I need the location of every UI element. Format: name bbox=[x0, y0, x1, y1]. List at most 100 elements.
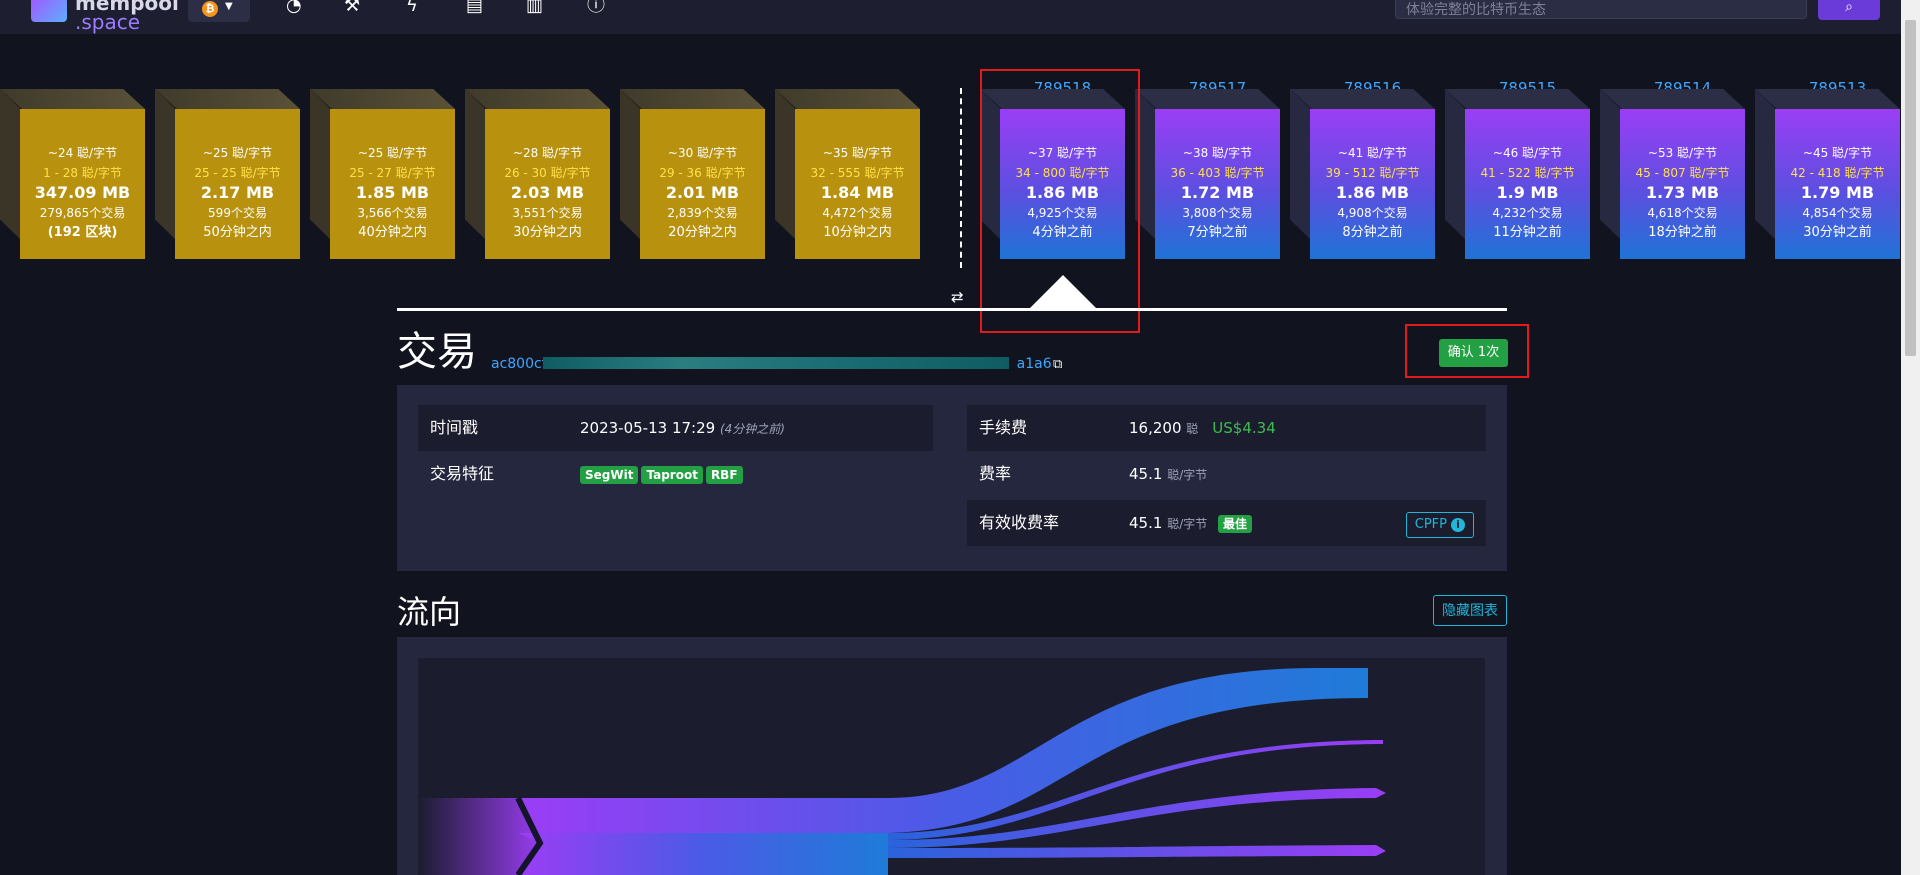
timestamp-value: 2023-05-13 17:29 (4分钟之前) bbox=[580, 405, 785, 452]
feature-tag-taproot[interactable]: Taproot bbox=[641, 465, 703, 484]
cpfp-label: CPFP bbox=[1414, 517, 1447, 532]
feerate-label: 费率 bbox=[979, 464, 1012, 483]
output-flow-3[interactable] bbox=[888, 845, 1386, 858]
block-side-face bbox=[0, 89, 20, 239]
block-side-face bbox=[1755, 89, 1775, 239]
block-time: 7分钟之前 bbox=[1187, 225, 1248, 240]
block-median-fee: ~30 聪/字节 bbox=[667, 146, 738, 160]
network-selector[interactable]: ₿ ▼ bbox=[188, 0, 250, 22]
block-median-fee: ~45 聪/字节 bbox=[1802, 146, 1873, 160]
block-size: 1.79 MB bbox=[1800, 183, 1875, 202]
scrollbar-thumb[interactable] bbox=[1905, 20, 1916, 356]
block-tx-count: 4,908个交易 bbox=[1337, 206, 1408, 220]
bitcoin-icon: ₿ bbox=[202, 1, 218, 17]
block-tx-count: 599个交易 bbox=[208, 206, 267, 220]
confirmed-block[interactable]: ~38 聪/字节 36 - 403 聪/字节 1.72 MB 3,808个交易 7分钟之… bbox=[1135, 89, 1280, 259]
fee-amount: 16,200 bbox=[1129, 419, 1182, 437]
timestamp-date: 2023-05-13 17:29 bbox=[580, 419, 716, 437]
mempool-block[interactable]: ~30 聪/字节 29 - 36 聪/字节 2.01 MB 2,839个交易 20分钟之… bbox=[620, 89, 765, 259]
block-tx-count: 3,808个交易 bbox=[1182, 206, 1253, 220]
block-median-fee: ~25 聪/字节 bbox=[202, 146, 273, 160]
copy-icon[interactable]: ⧉ bbox=[1053, 357, 1062, 372]
block-side-face bbox=[155, 89, 175, 239]
feature-tag-segwit[interactable]: SegWit bbox=[580, 465, 639, 484]
block-tx-count: 279,865个交易 bbox=[39, 206, 126, 220]
confirmations-badge: 确认 1次 bbox=[1439, 339, 1508, 367]
block-median-fee: ~35 聪/字节 bbox=[822, 146, 893, 160]
effective-feerate-value: 45.1 聪/字节 最佳 bbox=[1129, 500, 1255, 547]
block-fee-range: 26 - 30 聪/字节 bbox=[504, 166, 591, 180]
scrollbar[interactable] bbox=[1901, 0, 1920, 875]
confirmed-block[interactable]: ~46 聪/字节 41 - 522 聪/字节 1.9 MB 4,232个交易 11分钟之… bbox=[1445, 89, 1590, 259]
info-icon[interactable]: ⓘ bbox=[587, 0, 605, 16]
block-median-fee: ~38 聪/字节 bbox=[1182, 146, 1253, 160]
block-size: 1.73 MB bbox=[1645, 183, 1720, 202]
lightning-icon[interactable]: ϟ bbox=[406, 0, 418, 16]
page-title: 交易 bbox=[397, 329, 477, 375]
chevron-down-icon: ▼ bbox=[225, 1, 233, 12]
block-tx-count: 3,551个交易 bbox=[512, 206, 583, 220]
block-top-face bbox=[1135, 89, 1280, 109]
effective-feerate-label: 有效收费率 bbox=[979, 513, 1060, 532]
block-time: 8分钟之前 bbox=[1342, 225, 1403, 240]
logo-icon[interactable] bbox=[31, 0, 67, 22]
mempool-block[interactable]: ~24 聪/字节 1 - 28 聪/字节 347.09 MB 279,865个交易 (1… bbox=[0, 89, 145, 259]
block-fee-range: 39 - 512 聪/字节 bbox=[1325, 166, 1420, 180]
confirmed-block[interactable]: ~53 聪/字节 45 - 807 聪/字节 1.73 MB 4,618个交易 18分钟… bbox=[1600, 89, 1745, 259]
block-top-face bbox=[155, 89, 300, 109]
timestamp-label: 时间戳 bbox=[430, 418, 479, 437]
details-panel: 时间戳 2023-05-13 17:29 (4分钟之前) 交易特征 SegWit… bbox=[397, 385, 1507, 571]
search-input[interactable] bbox=[1395, 0, 1807, 19]
logo[interactable]: mempool .space bbox=[75, 0, 179, 32]
wrench-icon[interactable]: ⚒ bbox=[344, 0, 360, 16]
block-fee-range: 42 - 418 聪/字节 bbox=[1790, 166, 1885, 180]
search-button[interactable]: ⌕ bbox=[1818, 0, 1880, 20]
block-fee-range: 25 - 27 聪/字节 bbox=[349, 166, 436, 180]
mempool-block[interactable]: ~25 聪/字节 25 - 25 聪/字节 2.17 MB 599个交易 50分钟之内 bbox=[155, 89, 300, 259]
docs-icon[interactable]: ▤ bbox=[466, 0, 483, 16]
feerate-row: 费率 45.1 聪/字节 bbox=[967, 451, 1486, 497]
fee-unit: 聪 bbox=[1186, 422, 1199, 436]
hide-diagram-button[interactable]: 隐藏图表 bbox=[1433, 595, 1507, 626]
block-tx-count: 4,618个交易 bbox=[1647, 206, 1718, 220]
block-time: 11分钟之前 bbox=[1493, 225, 1562, 240]
block-fee-range: 29 - 36 聪/字节 bbox=[659, 166, 746, 180]
dashboard-icon[interactable]: ◔ bbox=[286, 0, 302, 16]
mempool-block[interactable]: ~25 聪/字节 25 - 27 聪/字节 1.85 MB 3,566个交易 40分钟之… bbox=[310, 89, 455, 259]
fee-row: 手续费 16,200 聪 US$4.34 bbox=[967, 405, 1486, 451]
block-tx-count: 4,232个交易 bbox=[1492, 206, 1563, 220]
block-median-fee: ~28 聪/字节 bbox=[512, 146, 583, 160]
txid-redaction bbox=[543, 357, 1009, 369]
features-tags: SegWit Taproot RBF bbox=[580, 451, 746, 497]
mempool-block[interactable]: ~28 聪/字节 26 - 30 聪/字节 2.03 MB 3,551个交易 30分钟之… bbox=[465, 89, 610, 259]
feerate-amount: 45.1 bbox=[1129, 465, 1163, 483]
feerate-unit: 聪/字节 bbox=[1167, 468, 1208, 482]
block-fee-range: 36 - 403 聪/字节 bbox=[1170, 166, 1265, 180]
block-median-fee: ~25 聪/字节 bbox=[357, 146, 428, 160]
effective-feerate-row: 有效收费率 45.1 聪/字节 最佳 CPFP i bbox=[967, 500, 1486, 546]
output-flow-large[interactable] bbox=[518, 668, 1368, 843]
block-size: 1.86 MB bbox=[1335, 183, 1410, 202]
block-top-face bbox=[1290, 89, 1435, 109]
block-fee-range: 32 - 555 聪/字节 bbox=[810, 166, 905, 180]
output-flow-rest[interactable] bbox=[518, 833, 888, 875]
flow-title: 流向 bbox=[397, 593, 462, 631]
block-top-face bbox=[1600, 89, 1745, 109]
flow-diagram bbox=[418, 658, 1485, 875]
mempool-block[interactable]: ~35 聪/字节 32 - 555 聪/字节 1.84 MB 4,472个交易 10分钟… bbox=[775, 89, 920, 259]
txid-end: a1a6 bbox=[1016, 356, 1052, 372]
confirmed-block[interactable]: ~41 聪/字节 39 - 512 聪/字节 1.86 MB 4,908个交易 8分钟之… bbox=[1290, 89, 1435, 259]
fee-label: 手续费 bbox=[979, 418, 1028, 437]
cpfp-button[interactable]: CPFP i bbox=[1405, 512, 1474, 538]
feature-tag-rbf[interactable]: RBF bbox=[705, 465, 743, 484]
graph-icon[interactable]: ▥ bbox=[526, 0, 543, 16]
confirmed-block[interactable]: ~45 聪/字节 42 - 418 聪/字节 1.79 MB 4,854个交易 30分钟… bbox=[1755, 89, 1900, 259]
block-side-face bbox=[465, 89, 485, 239]
timestamp-ago: (4分钟之前) bbox=[719, 422, 785, 436]
block-fee-range: 45 - 807 聪/字节 bbox=[1635, 166, 1730, 180]
block-fee-range: 25 - 25 聪/字节 bbox=[194, 166, 281, 180]
search-icon: ⌕ bbox=[1845, 0, 1853, 15]
block-top-face bbox=[465, 89, 610, 109]
swap-arrows-icon[interactable]: ⇄ bbox=[951, 288, 964, 306]
block-tx-count: 4,472个交易 bbox=[822, 206, 893, 220]
